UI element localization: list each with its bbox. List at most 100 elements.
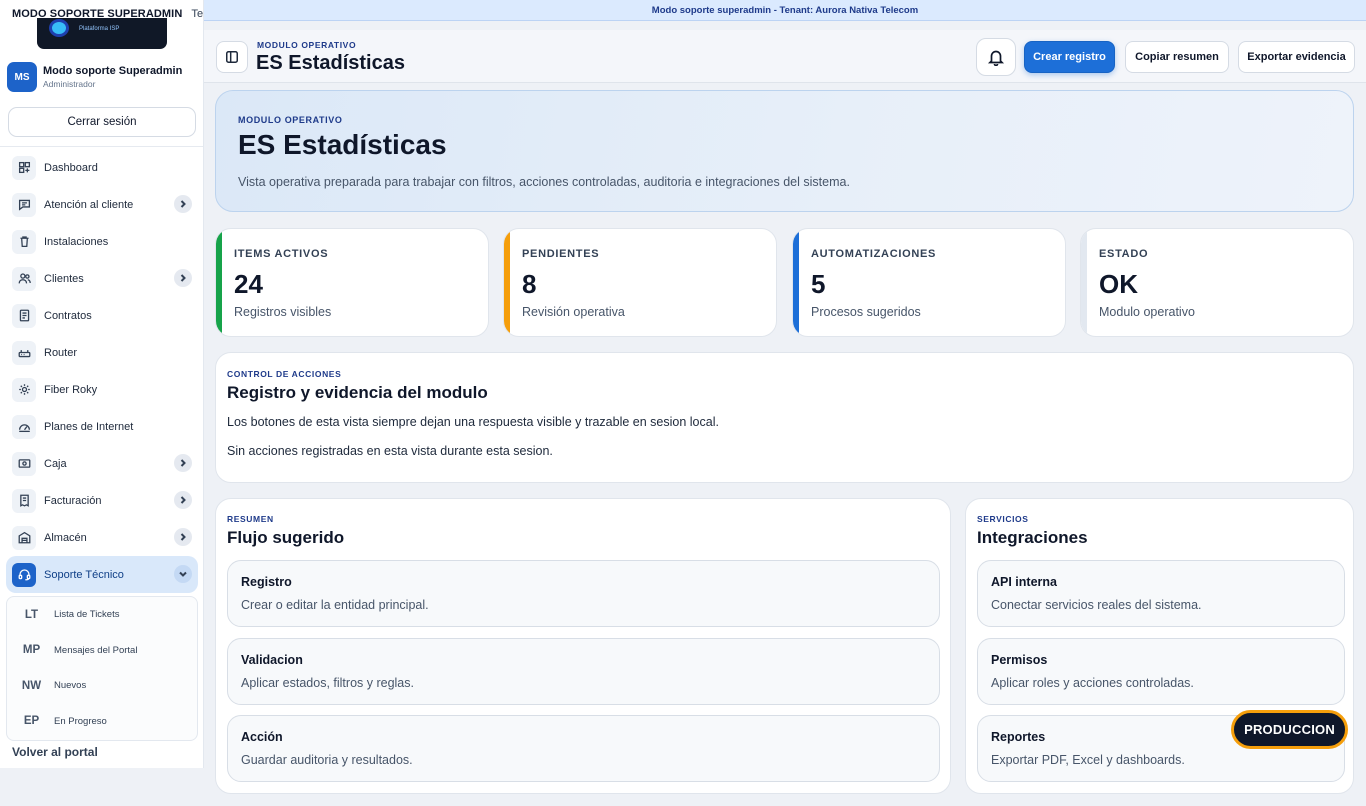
hero-title: ES Estadísticas [238,129,447,160]
page-title: ES Estadísticas [256,52,405,74]
sidebar-item-almacen[interactable]: Almacén [6,519,198,556]
sidebar-nav: Dashboard Atención al cliente Instalacio… [6,149,198,593]
flow-title: Flujo sugerido [227,528,345,547]
receipt-icon [12,488,36,513]
flow-step-validacion[interactable]: Validacion Aplicar estados, filtros y re… [227,638,940,705]
chat-icon [12,192,36,217]
sidebar-item-label: Fiber Roky [44,383,98,396]
services-eyebrow: SERVICIOS [977,514,1029,524]
sidebar-item-soporte-tecnico[interactable]: Soporte Técnico [6,556,198,593]
flow-step-registro[interactable]: Registro Crear o editar la entidad princ… [227,560,940,627]
user-profile: MS Modo soporte Superadmin Administrador [7,61,197,93]
stat-label: AUTOMATIZACIONES [811,248,937,260]
submenu-item-nuevos[interactable]: NW Nuevos [7,668,197,704]
chevron-right-icon[interactable] [174,528,192,546]
logout-button[interactable]: Cerrar sesión [8,107,196,137]
stat-accent-bar [1081,229,1087,336]
flow-panel: RESUMEN Flujo sugerido Registro Crear o … [215,498,951,794]
sidebar-toggle-button[interactable] [216,41,248,73]
sidebar-item-label: Facturación [44,494,102,507]
header-eyebrow: MODULO OPERATIVO [257,40,357,50]
stat-accent-bar [216,229,222,336]
hero-description: Vista operativa preparada para trabajar … [238,175,850,189]
bell-icon [987,50,1005,66]
services-title: Integraciones [977,528,1088,547]
control-title: Registro y evidencia del modulo [227,383,488,402]
submenu-item-lista-tickets[interactable]: LT Lista de Tickets [7,597,197,633]
integration-description: Aplicar roles y acciones controladas. [991,676,1194,690]
sidebar-item-label: Dashboard [44,161,98,174]
trash-icon [12,229,36,254]
sidebar-item-label: Almacén [44,531,87,544]
integrations-panel: SERVICIOS Integraciones API interna Cone… [965,498,1354,794]
create-record-button[interactable]: Crear registro [1024,41,1115,73]
notifications-button[interactable] [976,38,1016,76]
stat-subtitle: Modulo operativo [1099,305,1195,319]
brand-logo: Plataforma ISP [37,18,167,49]
cash-icon [12,451,36,476]
stat-card-estado: ESTADO OK Modulo operativo [1080,228,1354,337]
sidebar-item-label: Instalaciones [44,235,109,248]
sidebar-item-planes-internet[interactable]: Planes de Internet [6,408,198,445]
chevron-right-icon[interactable] [174,491,192,509]
sidebar-item-clientes[interactable]: Clientes [6,260,198,297]
sidebar-item-label: Clientes [44,272,84,285]
step-description: Crear o editar la entidad principal. [241,598,429,612]
sidebar-item-router[interactable]: Router [6,334,198,371]
sidebar-item-instalaciones[interactable]: Instalaciones [6,223,198,260]
integration-api-interna[interactable]: API interna Conectar servicios reales de… [977,560,1345,627]
stat-subtitle: Registros visibles [234,305,332,319]
submenu-abbr: MP [22,644,41,657]
sidebar-item-label: Contratos [44,309,92,322]
stat-value: 8 [522,269,537,299]
submenu-label: Mensajes del Portal [54,644,138,656]
chevron-right-icon[interactable] [174,269,192,287]
hero-card: MODULO OPERATIVO ES Estadísticas Vista o… [215,90,1354,212]
avatar: MS [7,62,37,92]
support-mode-banner: Modo soporte superadmin - Tenant: Aurora… [204,0,1366,21]
speed-icon [12,414,36,439]
integration-title: Reportes [991,730,1046,744]
control-empty-state: Sin acciones registradas en esta vista d… [227,444,553,458]
sidebar-item-dashboard[interactable]: Dashboard [6,149,198,186]
logo-caption: Plataforma ISP [79,26,120,32]
environment-badge[interactable]: PRODUCCION [1231,710,1348,749]
router-icon [12,340,36,365]
submenu-item-mensajes-portal[interactable]: MP Mensajes del Portal [7,633,197,669]
sidebar-item-atencion-cliente[interactable]: Atención al cliente [6,186,198,223]
step-title: Validacion [241,653,303,667]
sidebar-footer-gap [0,768,204,806]
control-eyebrow: CONTROL DE ACCIONES [227,369,342,379]
stat-card-pendientes: PENDIENTES 8 Revisión operativa [503,228,777,337]
user-role: Administrador [43,79,96,89]
step-title: Registro [241,575,292,589]
users-icon [12,266,36,291]
copy-summary-button[interactable]: Copiar resumen [1125,41,1229,73]
back-to-portal-link[interactable]: Volver al portal [12,745,98,759]
stat-subtitle: Procesos sugeridos [811,305,921,319]
divider [0,146,203,147]
hero-eyebrow: MODULO OPERATIVO [238,115,343,125]
chevron-right-icon[interactable] [174,195,192,213]
submenu-item-en-progreso[interactable]: EP En Progreso [7,704,197,740]
tenant-label: Tenant [191,8,203,20]
export-evidence-button[interactable]: Exportar evidencia [1238,41,1355,73]
flow-step-accion[interactable]: Acción Guardar auditoria y resultados. [227,715,940,782]
sidebar-item-label: Planes de Internet [44,420,134,433]
headset-icon [12,562,36,587]
submenu-abbr: LT [24,608,39,621]
sidebar-item-label: Soporte Técnico [44,568,124,581]
step-description: Aplicar estados, filtros y reglas. [241,676,414,690]
chevron-right-icon[interactable] [174,454,192,472]
integration-permisos[interactable]: Permisos Aplicar roles y acciones contro… [977,638,1345,705]
integration-title: Permisos [991,653,1048,667]
sidebar-item-caja[interactable]: Caja [6,445,198,482]
sidebar-item-contratos[interactable]: Contratos [6,297,198,334]
soporte-submenu: LT Lista de Tickets MP Mensajes del Port… [6,596,198,741]
chevron-down-icon[interactable] [174,565,192,583]
stat-accent-bar [793,229,799,336]
user-name: Modo soporte Superadmin [43,65,183,77]
sidebar-item-fiber-roky[interactable]: Fiber Roky [6,371,198,408]
sidebar-item-facturacion[interactable]: Facturación [6,482,198,519]
stat-label: PENDIENTES [522,248,600,260]
